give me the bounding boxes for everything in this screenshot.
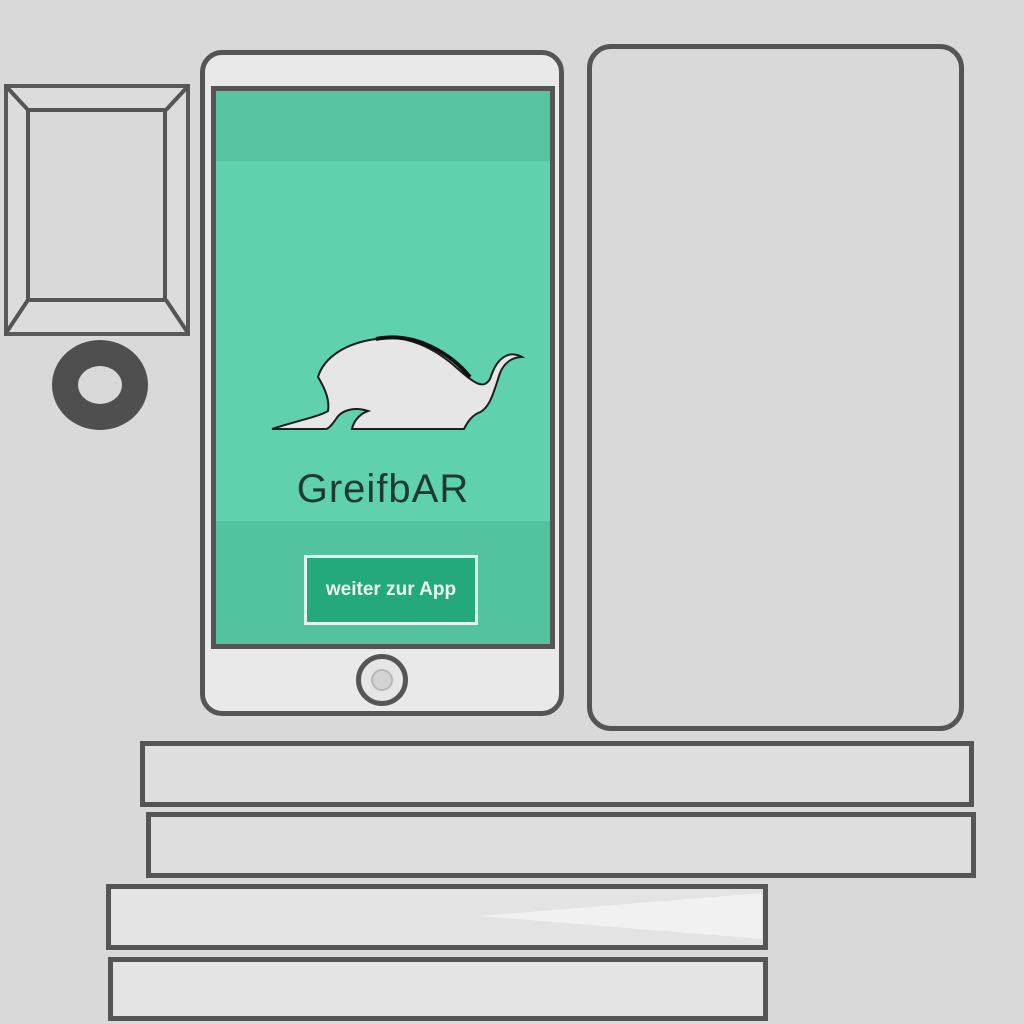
- stack-bar-2: [146, 812, 976, 878]
- picture-frame-inner: [26, 108, 167, 302]
- tablet-panel: [587, 44, 964, 731]
- home-button-center: [371, 669, 393, 691]
- ring-shape: [52, 340, 148, 430]
- crouching-animal-logo-icon: [271, 335, 526, 430]
- screen-shade-top: [216, 91, 550, 161]
- stack-bar-1: [140, 741, 974, 807]
- home-button-icon[interactable]: [356, 654, 408, 706]
- stack-bar-4: [108, 957, 768, 1021]
- app-screen: GreifbAR weiter zur App: [211, 86, 555, 649]
- stack-bar-3-highlight: [480, 893, 762, 939]
- app-title: GreifbAR: [296, 467, 470, 511]
- continue-to-app-button[interactable]: weiter zur App: [304, 555, 478, 625]
